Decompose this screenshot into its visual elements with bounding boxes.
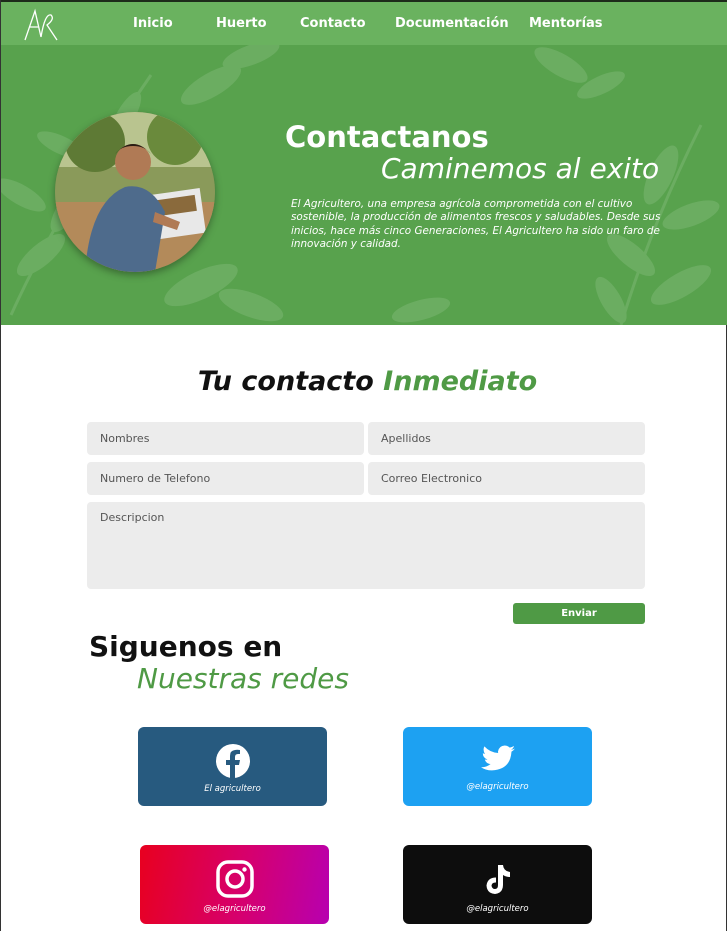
hero-description: El Agricultero, una empresa agrícola com… <box>291 198 661 250</box>
tiktok-handle: @elagricultero <box>466 904 529 914</box>
twitter-handle: @elagricultero <box>466 782 529 792</box>
hero-section: Inicio Huerto Contacto Documentación Men… <box>1 0 727 325</box>
nav-item-mentorias[interactable]: Mentorías <box>529 16 603 31</box>
twitter-card[interactable]: @elagricultero <box>403 727 592 806</box>
description-textarea[interactable] <box>87 502 645 589</box>
hero-title: Contactanos <box>285 120 489 154</box>
farmer-photo <box>55 112 215 272</box>
twitter-icon <box>480 745 515 771</box>
facebook-handle: El agricultero <box>204 784 261 794</box>
phone-input[interactable] <box>87 462 364 495</box>
contact-title-part2: Inmediato <box>383 366 538 397</box>
facebook-card[interactable]: El agricultero <box>138 727 327 806</box>
facebook-icon <box>215 744 250 778</box>
contact-title-part1: Tu contacto <box>197 366 374 397</box>
hero-subtitle: Caminemos al exito <box>381 152 660 185</box>
last-name-input[interactable] <box>368 422 645 455</box>
nav-item-huerto[interactable]: Huerto <box>216 16 267 31</box>
nav-item-documentacion[interactable]: Documentación <box>395 16 509 31</box>
instagram-icon <box>215 860 254 898</box>
instagram-handle: @elagricultero <box>203 904 266 914</box>
contact-title: Tu contacto Inmediato <box>1 366 727 397</box>
instagram-card[interactable]: @elagricultero <box>140 845 329 924</box>
nav-item-contacto[interactable]: Contacto <box>300 16 366 31</box>
email-input[interactable] <box>368 462 645 495</box>
send-button[interactable]: Enviar <box>513 603 645 624</box>
nav-item-inicio[interactable]: Inicio <box>133 16 173 31</box>
social-title-part2: Nuestras redes <box>137 662 349 695</box>
first-name-input[interactable] <box>87 422 364 455</box>
social-title-part1: Siguenos en <box>89 630 283 663</box>
tiktok-icon <box>486 865 510 894</box>
top-navigation: Inicio Huerto Contacto Documentación Men… <box>1 0 727 45</box>
brand-logo[interactable] <box>21 7 61 43</box>
tiktok-card[interactable]: @elagricultero <box>403 845 592 924</box>
